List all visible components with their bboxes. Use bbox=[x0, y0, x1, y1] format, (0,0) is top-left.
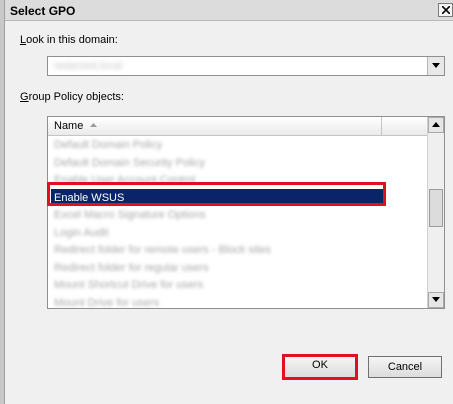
gpo-listview[interactable]: Name Default Domain Policy Default Domai… bbox=[47, 116, 445, 309]
domain-value: redacted.local bbox=[54, 60, 123, 72]
sort-ascending-icon bbox=[90, 123, 97, 127]
list-item-label: Mount Drive for users bbox=[54, 296, 160, 309]
scroll-up-button[interactable] bbox=[428, 117, 444, 133]
list-item-label: Default Domain Security Policy bbox=[54, 156, 206, 169]
list-item-label: Default Domain Policy bbox=[54, 139, 163, 151]
ok-button[interactable]: OK bbox=[282, 354, 358, 380]
cancel-button[interactable]: Cancel bbox=[368, 356, 442, 378]
list-item-selected[interactable]: Enable WSUS bbox=[51, 188, 384, 206]
list-item-label: Excel Macro Signature Options bbox=[54, 209, 206, 221]
list-item[interactable]: Login Audit bbox=[48, 224, 428, 242]
domain-label: Look in this domain: bbox=[20, 34, 118, 46]
window-edge bbox=[0, 0, 5, 404]
list-item[interactable]: Excel Macro Signature Options bbox=[48, 206, 428, 224]
list-item[interactable]: Mount Shortcut Drive for users bbox=[48, 276, 428, 294]
gpo-rows: Default Domain Policy Default Domain Sec… bbox=[48, 136, 428, 309]
scrollbar-thumb[interactable] bbox=[429, 189, 443, 227]
list-item-label: Enable WSUS bbox=[54, 191, 125, 204]
list-item[interactable]: Default Domain Security Policy bbox=[48, 154, 428, 172]
domain-dropdown[interactable]: redacted.local bbox=[47, 56, 445, 76]
vertical-scrollbar[interactable] bbox=[427, 117, 444, 308]
list-item[interactable]: Redirect folder for regular users bbox=[48, 259, 428, 277]
list-item[interactable]: Mount Drive for users bbox=[48, 294, 428, 309]
list-item-label: Enable User Account Control bbox=[54, 174, 196, 186]
scroll-down-button[interactable] bbox=[428, 292, 444, 308]
column-header-empty bbox=[383, 117, 428, 135]
list-item-label: Redirect folder for remote users - Block… bbox=[54, 244, 272, 256]
list-item[interactable]: Enable User Account Control bbox=[48, 171, 428, 189]
list-item[interactable]: Redirect folder for remote users - Block… bbox=[48, 241, 428, 259]
list-item-label: Redirect folder for regular users bbox=[54, 261, 209, 274]
dropdown-button[interactable] bbox=[427, 57, 444, 75]
list-header: Name bbox=[48, 117, 428, 136]
window-title: Select GPO bbox=[10, 4, 76, 18]
arrow-down-icon bbox=[432, 297, 440, 302]
close-icon bbox=[442, 6, 450, 14]
column-header-label: Name bbox=[54, 120, 84, 132]
list-item-label: Login Audit bbox=[54, 226, 109, 239]
column-header-name[interactable]: Name bbox=[48, 117, 382, 135]
title-bar: Select GPO bbox=[5, 0, 453, 21]
list-item[interactable]: Default Domain Policy bbox=[48, 136, 428, 154]
select-gpo-dialog: Select GPO Look in this domain: redacted… bbox=[0, 0, 453, 404]
arrow-up-icon bbox=[432, 122, 440, 127]
gpo-list-label: Group Policy objects: bbox=[20, 91, 124, 103]
close-button[interactable] bbox=[438, 3, 453, 17]
list-item-label: Mount Shortcut Drive for users bbox=[54, 279, 204, 291]
chevron-down-icon bbox=[432, 63, 440, 68]
